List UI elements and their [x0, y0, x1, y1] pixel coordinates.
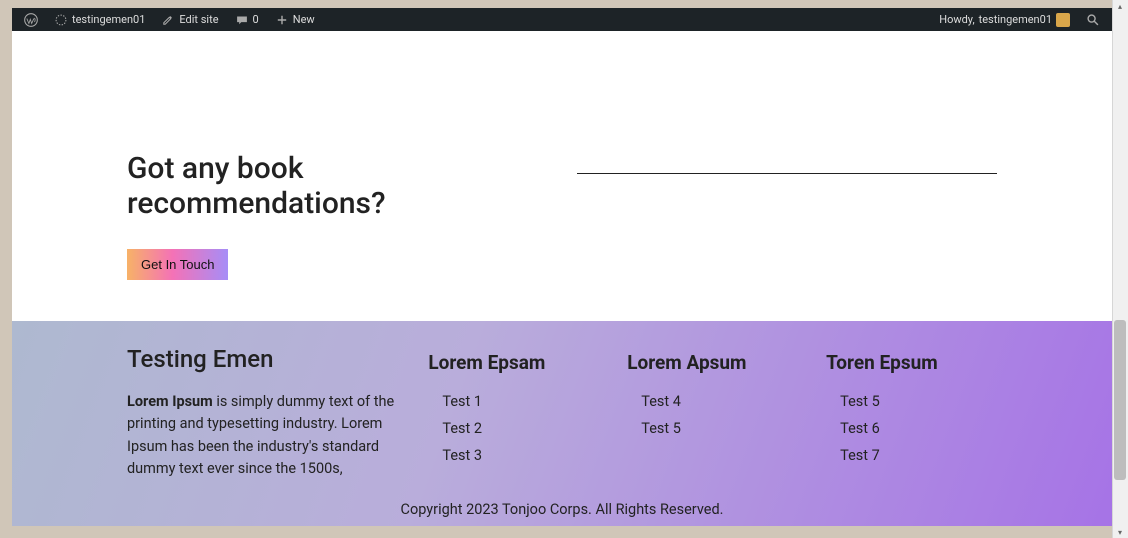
howdy-username: testingemen01 — [979, 13, 1052, 26]
adminbar-right: Howdy, testingemen01 — [933, 8, 1106, 31]
horizontal-divider — [577, 173, 997, 174]
wp-logo[interactable] — [18, 8, 44, 31]
home-icon — [54, 13, 68, 27]
howdy-prefix: Howdy, — [939, 13, 974, 26]
footer-col-2: Lorem Apsum Test 4 Test 5 — [627, 345, 798, 442]
footer-col-3-heading: Toren Epsum — [826, 351, 997, 374]
footer-link[interactable]: Test 6 — [826, 415, 997, 442]
plus-icon — [275, 13, 289, 27]
search-toggle[interactable] — [1080, 8, 1106, 31]
footer-col-2-heading: Lorem Apsum — [627, 351, 798, 374]
footer-copyright: Copyright 2023 Tonjoo Corps. All Rights … — [127, 501, 997, 518]
footer-link[interactable]: Test 3 — [428, 442, 599, 469]
get-in-touch-button[interactable]: Get In Touch — [127, 249, 228, 280]
site-page: Got any book recommendations? Get In Tou… — [12, 31, 1112, 526]
footer-col-2-list: Test 4 Test 5 — [627, 388, 798, 442]
scroll-up-icon: ▴ — [1116, 2, 1124, 10]
footer-about: Testing Emen Lorem Ipsum is simply dummy… — [127, 345, 400, 481]
new-content-link[interactable]: New — [269, 8, 321, 31]
edit-site-label: Edit site — [179, 13, 218, 26]
avatar — [1056, 13, 1070, 27]
comment-icon — [235, 13, 249, 27]
footer-about-title: Testing Emen — [127, 345, 400, 373]
footer-link[interactable]: Test 5 — [627, 415, 798, 442]
footer-col-3: Toren Epsum Test 5 Test 6 Test 7 — [826, 345, 997, 469]
comments-count: 0 — [253, 13, 259, 26]
scrollbar[interactable]: ▴ ▾ — [1112, 0, 1128, 538]
footer-col-1-list: Test 1 Test 2 Test 3 — [428, 388, 599, 469]
footer-col-1: Lorem Epsam Test 1 Test 2 Test 3 — [428, 345, 599, 469]
scrollbar-thumb[interactable] — [1114, 320, 1126, 480]
footer-link[interactable]: Test 1 — [428, 388, 599, 415]
footer-about-bold: Lorem Ipsum — [127, 393, 213, 410]
new-label: New — [293, 13, 315, 26]
footer-col-1-heading: Lorem Epsam — [428, 351, 599, 374]
footer-link[interactable]: Test 5 — [826, 388, 997, 415]
edit-site-link[interactable]: Edit site — [155, 8, 224, 31]
edit-icon — [161, 13, 175, 27]
footer-about-text: Lorem Ipsum is simply dummy text of the … — [127, 391, 400, 481]
footer-columns: Testing Emen Lorem Ipsum is simply dummy… — [127, 345, 997, 481]
site-name-label: testingemen01 — [72, 13, 145, 26]
hero-right — [577, 151, 997, 280]
hero-left: Got any book recommendations? Get In Tou… — [127, 151, 537, 280]
footer-link[interactable]: Test 4 — [627, 388, 798, 415]
scroll-down-icon: ▾ — [1116, 528, 1124, 536]
hero-heading: Got any book recommendations? — [127, 151, 537, 221]
howdy-link[interactable]: Howdy, testingemen01 — [933, 8, 1076, 31]
wordpress-icon — [24, 13, 38, 27]
comments-link[interactable]: 0 — [229, 8, 265, 31]
adminbar-left: testingemen01 Edit site 0 New — [18, 8, 321, 31]
search-icon — [1086, 13, 1100, 27]
footer-link[interactable]: Test 2 — [428, 415, 599, 442]
site-name-link[interactable]: testingemen01 — [48, 8, 151, 31]
wp-admin-bar: testingemen01 Edit site 0 New Howdy, tes… — [12, 8, 1112, 31]
footer-link[interactable]: Test 7 — [826, 442, 997, 469]
footer-col-3-list: Test 5 Test 6 Test 7 — [826, 388, 997, 469]
site-footer: Testing Emen Lorem Ipsum is simply dummy… — [12, 321, 1112, 526]
main-content: Got any book recommendations? Get In Tou… — [12, 31, 1112, 340]
